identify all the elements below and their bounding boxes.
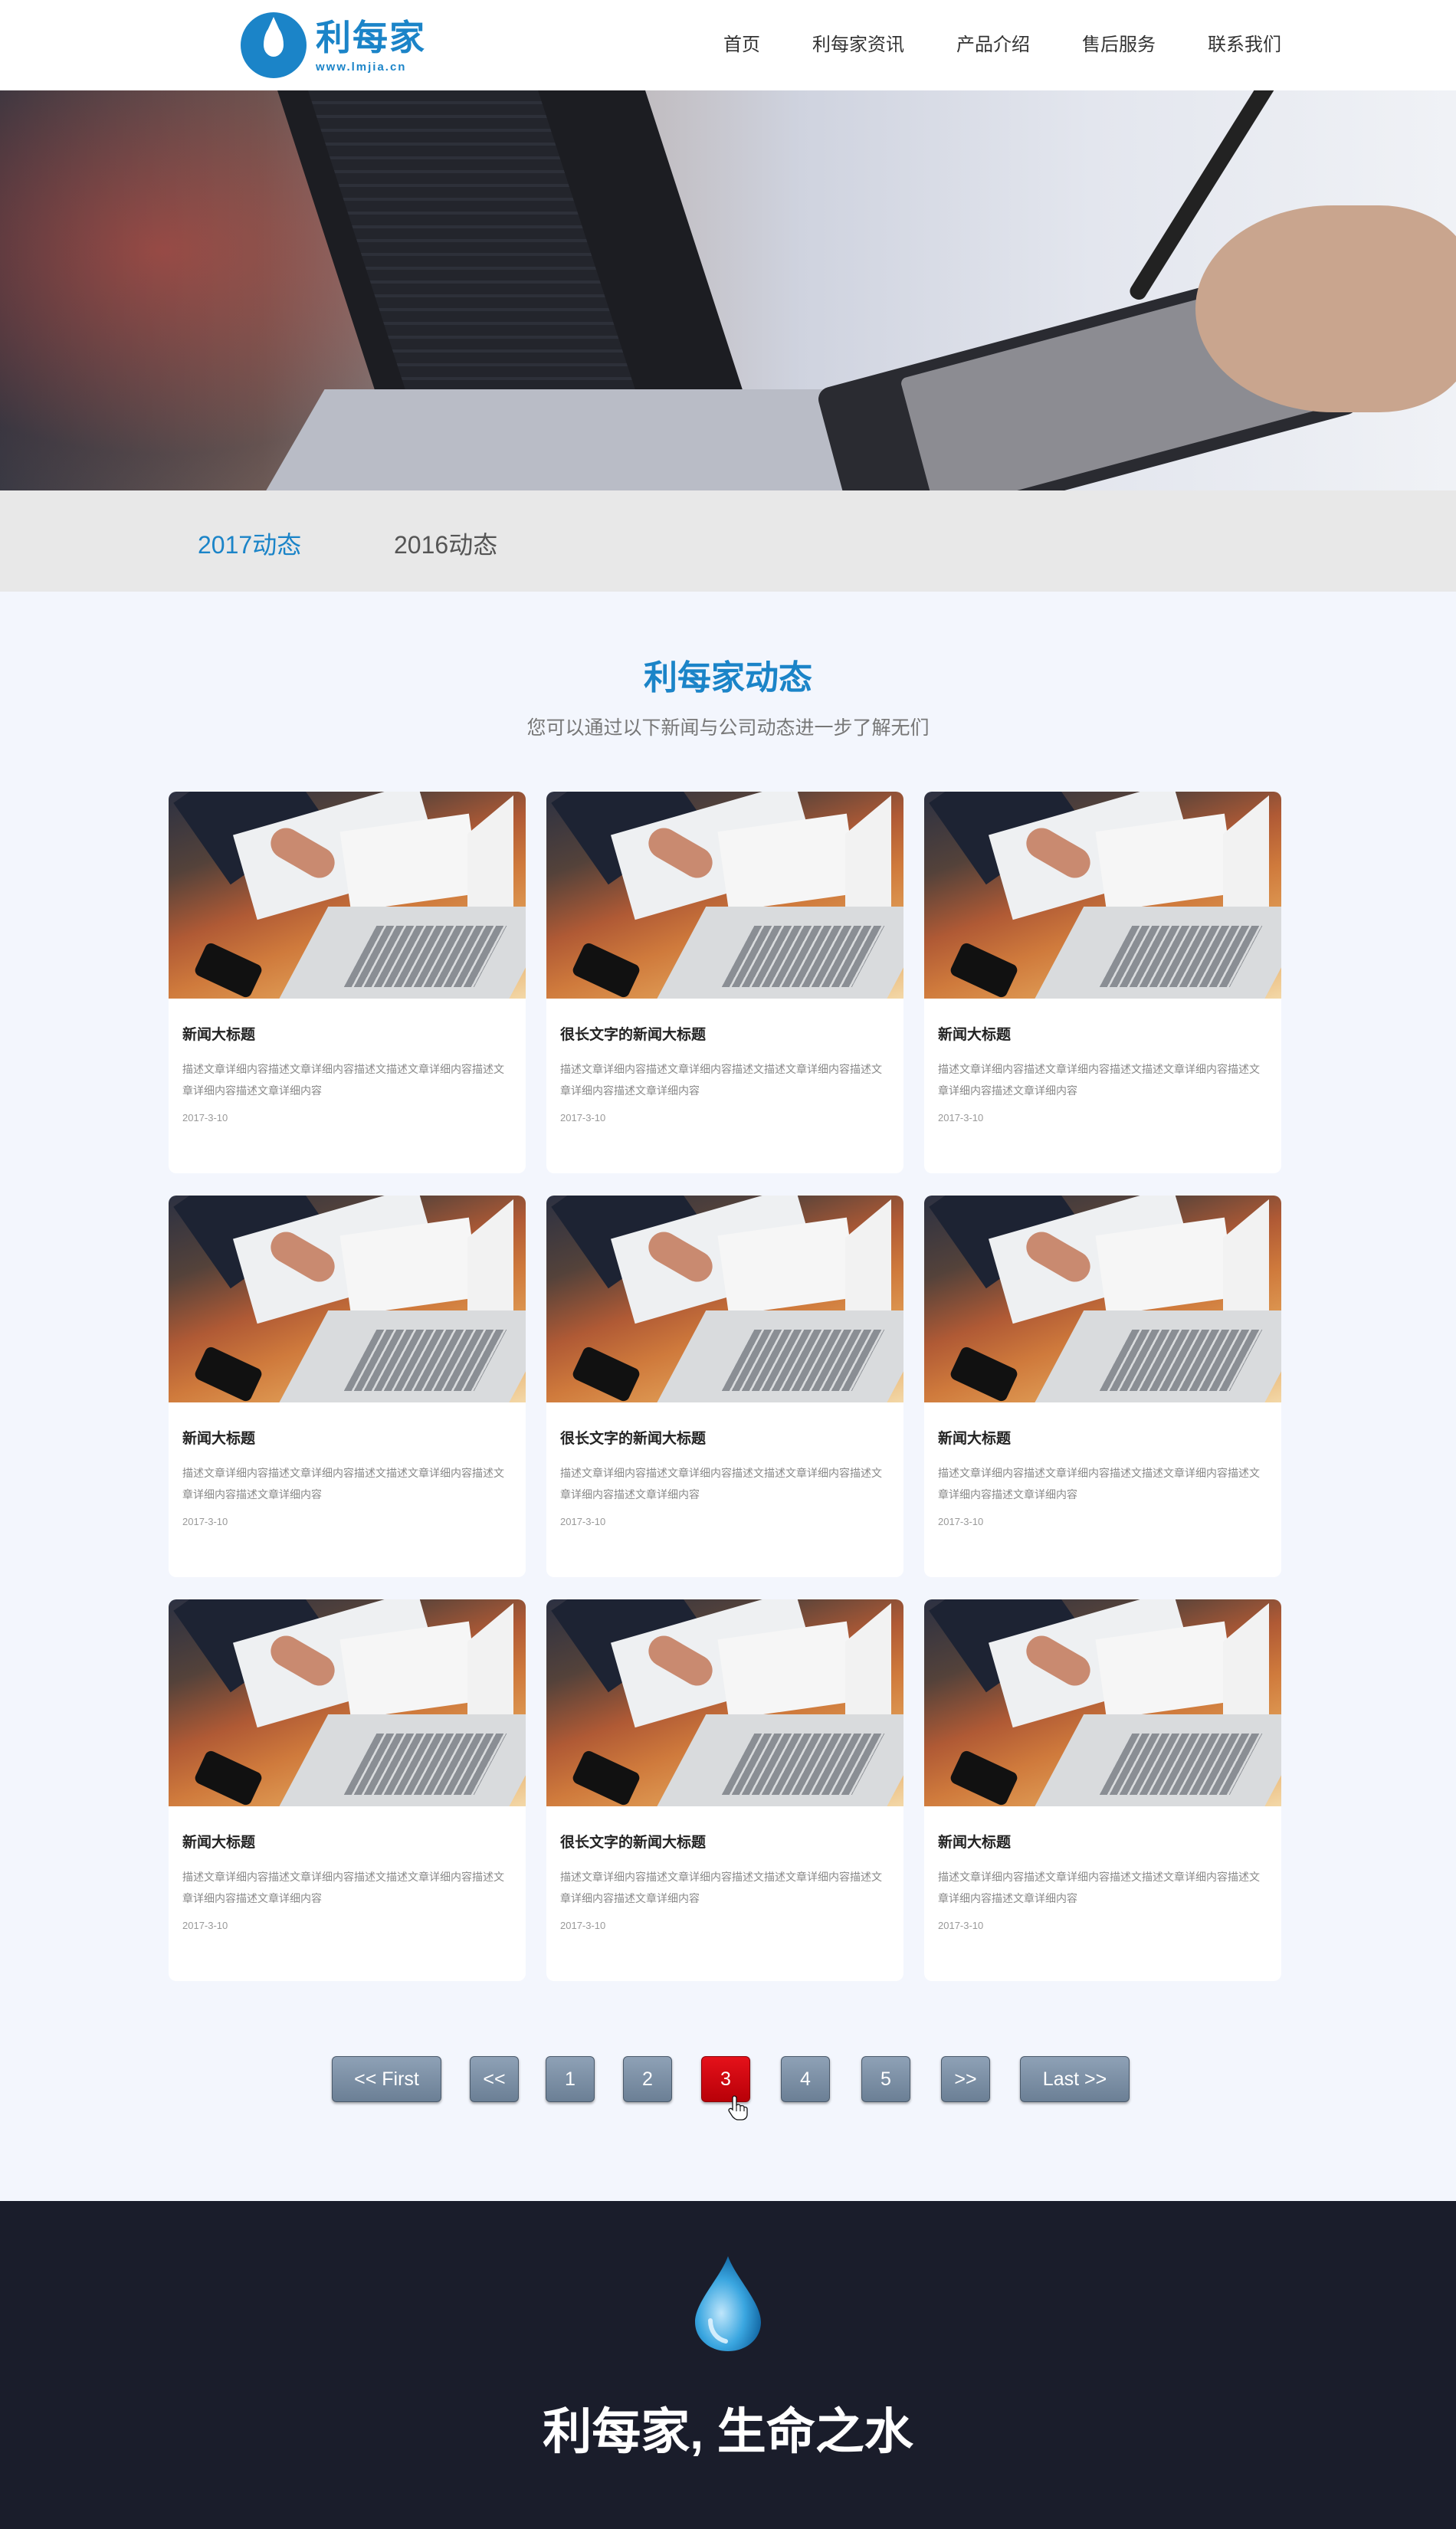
news-date: 2017-3-10 <box>560 1516 606 1527</box>
news-date: 2017-3-10 <box>938 1516 984 1527</box>
page-button-2[interactable]: 2 <box>623 2056 672 2102</box>
news-thumbnail <box>169 1599 526 1806</box>
news-thumbnail <box>924 792 1281 999</box>
news-date: 2017-3-10 <box>182 1920 228 1931</box>
page-button-5[interactable]: 5 <box>861 2056 910 2102</box>
page-button-1[interactable]: 1 <box>546 2056 595 2102</box>
news-description: 描述文章详细内容描述文章详细内容描述文描述文章详细内容描述文章详细内容描述文章详… <box>938 1467 1260 1501</box>
news-thumbnail <box>546 792 903 999</box>
brand-name: 利每家 <box>316 17 426 57</box>
news-date: 2017-3-10 <box>560 1920 606 1931</box>
news-description: 描述文章详细内容描述文章详细内容描述文描述文章详细内容描述文章详细内容描述文章详… <box>182 1871 504 1904</box>
news-card[interactable]: 新闻大标题 描述文章详细内容描述文章详细内容描述文描述文章详细内容描述文章详细内… <box>169 792 526 1173</box>
news-title: 新闻大标题 <box>182 1431 256 1447</box>
news-title: 新闻大标题 <box>938 1431 1012 1447</box>
news-title: 很长文字的新闻大标题 <box>560 1027 707 1043</box>
site-header: 利每家 www.lmjia.cn 首页 利每家资讯 产品介绍 售后服务 联系我们 <box>0 0 1456 90</box>
news-title: 很长文字的新闻大标题 <box>560 1431 707 1447</box>
news-date: 2017-3-10 <box>938 1112 984 1123</box>
news-card[interactable]: 新闻大标题 描述文章详细内容描述文章详细内容描述文描述文章详细内容描述文章详细内… <box>924 1196 1281 1577</box>
tab-2016[interactable]: 2016动态 <box>394 526 497 561</box>
news-thumbnail <box>546 1196 903 1402</box>
news-title: 新闻大标题 <box>182 1835 256 1851</box>
hero-banner-image <box>0 90 1456 490</box>
prev-page-button[interactable]: << <box>470 2056 519 2102</box>
hand-pointer-icon <box>728 2095 748 2121</box>
news-description: 描述文章详细内容描述文章详细内容描述文描述文章详细内容描述文章详细内容描述文章详… <box>182 1063 504 1097</box>
news-description: 描述文章详细内容描述文章详细内容描述文描述文章详细内容描述文章详细内容描述文章详… <box>560 1063 882 1097</box>
news-date: 2017-3-10 <box>938 1920 984 1931</box>
news-thumbnail <box>924 1599 1281 1806</box>
news-date: 2017-3-10 <box>560 1112 606 1123</box>
nav-item-products[interactable]: 产品介绍 <box>956 29 1030 56</box>
main-nav: 首页 利每家资讯 产品介绍 售后服务 联系我们 <box>723 0 1281 84</box>
nav-item-home[interactable]: 首页 <box>723 29 760 56</box>
news-description: 描述文章详细内容描述文章详细内容描述文描述文章详细内容描述文章详细内容描述文章详… <box>938 1063 1260 1097</box>
news-thumbnail <box>169 792 526 999</box>
first-page-button[interactable]: << First <box>332 2056 441 2102</box>
news-card[interactable]: 很长文字的新闻大标题 描述文章详细内容描述文章详细内容描述文描述文章详细内容描述… <box>546 1599 903 1981</box>
last-page-button[interactable]: Last >> <box>1020 2056 1130 2102</box>
news-card[interactable]: 很长文字的新闻大标题 描述文章详细内容描述文章详细内容描述文描述文章详细内容描述… <box>546 792 903 1173</box>
news-description: 描述文章详细内容描述文章详细内容描述文描述文章详细内容描述文章详细内容描述文章详… <box>560 1871 882 1904</box>
news-card[interactable]: 新闻大标题 描述文章详细内容描述文章详细内容描述文描述文章详细内容描述文章详细内… <box>924 792 1281 1173</box>
news-title: 新闻大标题 <box>938 1027 1012 1043</box>
news-card[interactable]: 很长文字的新闻大标题 描述文章详细内容描述文章详细内容描述文描述文章详细内容描述… <box>546 1196 903 1577</box>
footer-slogan: 利每家, 生命之水 <box>543 2404 913 2459</box>
water-drop-logo-icon <box>241 12 307 78</box>
brand-logo[interactable]: 利每家 www.lmjia.cn <box>241 12 426 78</box>
news-thumbnail <box>546 1599 903 1806</box>
nav-item-contact[interactable]: 联系我们 <box>1208 29 1281 56</box>
news-date: 2017-3-10 <box>182 1516 228 1527</box>
section-title: 利每家动态 <box>644 659 812 697</box>
year-tab-bar: 2017动态 2016动态 <box>0 490 1456 592</box>
page-button-4[interactable]: 4 <box>781 2056 830 2102</box>
news-description: 描述文章详细内容描述文章详细内容描述文描述文章详细内容描述文章详细内容描述文章详… <box>182 1467 504 1501</box>
news-title: 新闻大标题 <box>182 1027 256 1043</box>
news-description: 描述文章详细内容描述文章详细内容描述文描述文章详细内容描述文章详细内容描述文章详… <box>938 1871 1260 1904</box>
news-card[interactable]: 新闻大标题 描述文章详细内容描述文章详细内容描述文描述文章详细内容描述文章详细内… <box>169 1196 526 1577</box>
news-title: 新闻大标题 <box>938 1835 1012 1851</box>
news-date: 2017-3-10 <box>182 1112 228 1123</box>
news-thumbnail <box>169 1196 526 1402</box>
news-card[interactable]: 新闻大标题 描述文章详细内容描述文章详细内容描述文描述文章详细内容描述文章详细内… <box>924 1599 1281 1981</box>
section-subtitle: 您可以通过以下新闻与公司动态进一步了解无们 <box>526 717 930 739</box>
water-drop-icon <box>695 2256 761 2351</box>
brand-url: www.lmjia.cn <box>316 60 407 74</box>
news-card[interactable]: 新闻大标题 描述文章详细内容描述文章详细内容描述文描述文章详细内容描述文章详细内… <box>169 1599 526 1981</box>
nav-item-service[interactable]: 售后服务 <box>1082 29 1156 56</box>
tab-2017[interactable]: 2017动态 <box>198 526 301 561</box>
next-page-button[interactable]: >> <box>941 2056 990 2102</box>
news-thumbnail <box>924 1196 1281 1402</box>
site-footer: 利每家, 生命之水 <box>0 2201 1456 2529</box>
news-description: 描述文章详细内容描述文章详细内容描述文描述文章详细内容描述文章详细内容描述文章详… <box>560 1467 882 1501</box>
nav-item-news[interactable]: 利每家资讯 <box>812 29 904 56</box>
news-title: 很长文字的新闻大标题 <box>560 1835 707 1851</box>
